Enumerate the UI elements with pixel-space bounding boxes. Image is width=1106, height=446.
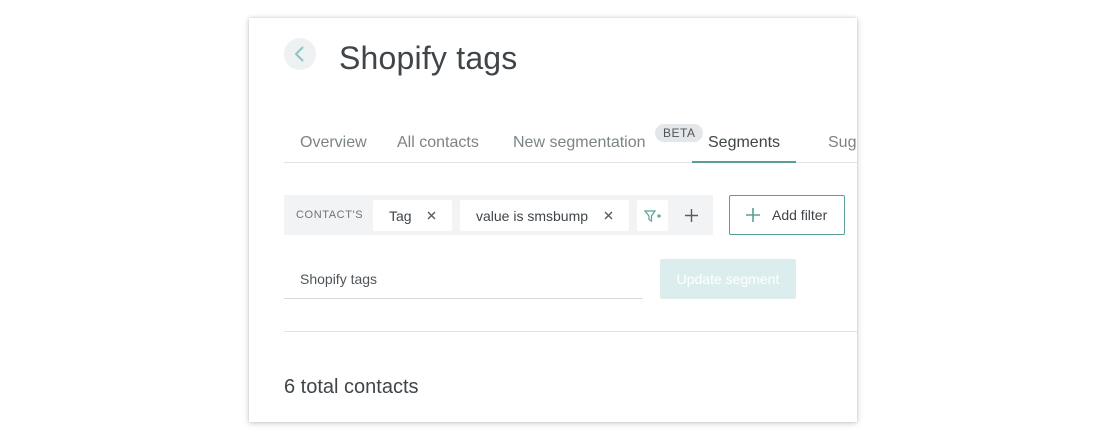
back-button[interactable] [284, 38, 316, 70]
filter-plus-icon [643, 209, 661, 222]
tab-bar: Overview All contacts New segmentation B… [284, 124, 857, 163]
update-segment-button[interactable]: Update segment [660, 259, 796, 299]
tab-suggestions[interactable]: Sugg [828, 124, 857, 163]
tab-new-segmentation[interactable]: New segmentation [513, 124, 646, 163]
add-group-button[interactable] [676, 200, 707, 231]
segment-name-input[interactable] [284, 259, 643, 299]
tab-overview[interactable]: Overview [300, 124, 367, 163]
filter-chip-label: Tag [389, 207, 412, 224]
tab-segments[interactable]: Segments [692, 124, 797, 163]
filter-prefix-label: CONTACT'S [296, 209, 364, 221]
filter-chip-tag[interactable]: Tag [373, 200, 452, 231]
filter-chip-value[interactable]: value is smsbump [460, 200, 629, 231]
total-contacts: 6 total contacts [284, 376, 419, 398]
segment-card: Shopify tags Overview All contacts New s… [249, 18, 857, 422]
plus-icon [746, 208, 760, 222]
close-icon[interactable] [602, 209, 615, 222]
add-filter-label: Add filter [772, 207, 828, 223]
chevron-left-icon [294, 46, 304, 62]
close-icon[interactable] [425, 209, 438, 222]
filter-chip-label: value is smsbump [476, 207, 589, 224]
add-filter-button[interactable]: Add filter [729, 195, 845, 235]
page-title: Shopify tags [339, 40, 518, 76]
divider [284, 331, 857, 332]
plus-icon [685, 209, 698, 222]
tab-all-contacts[interactable]: All contacts [397, 124, 479, 163]
filter-bar: CONTACT'S Tag value is smsbump [284, 195, 713, 235]
add-condition-button[interactable] [637, 200, 668, 231]
